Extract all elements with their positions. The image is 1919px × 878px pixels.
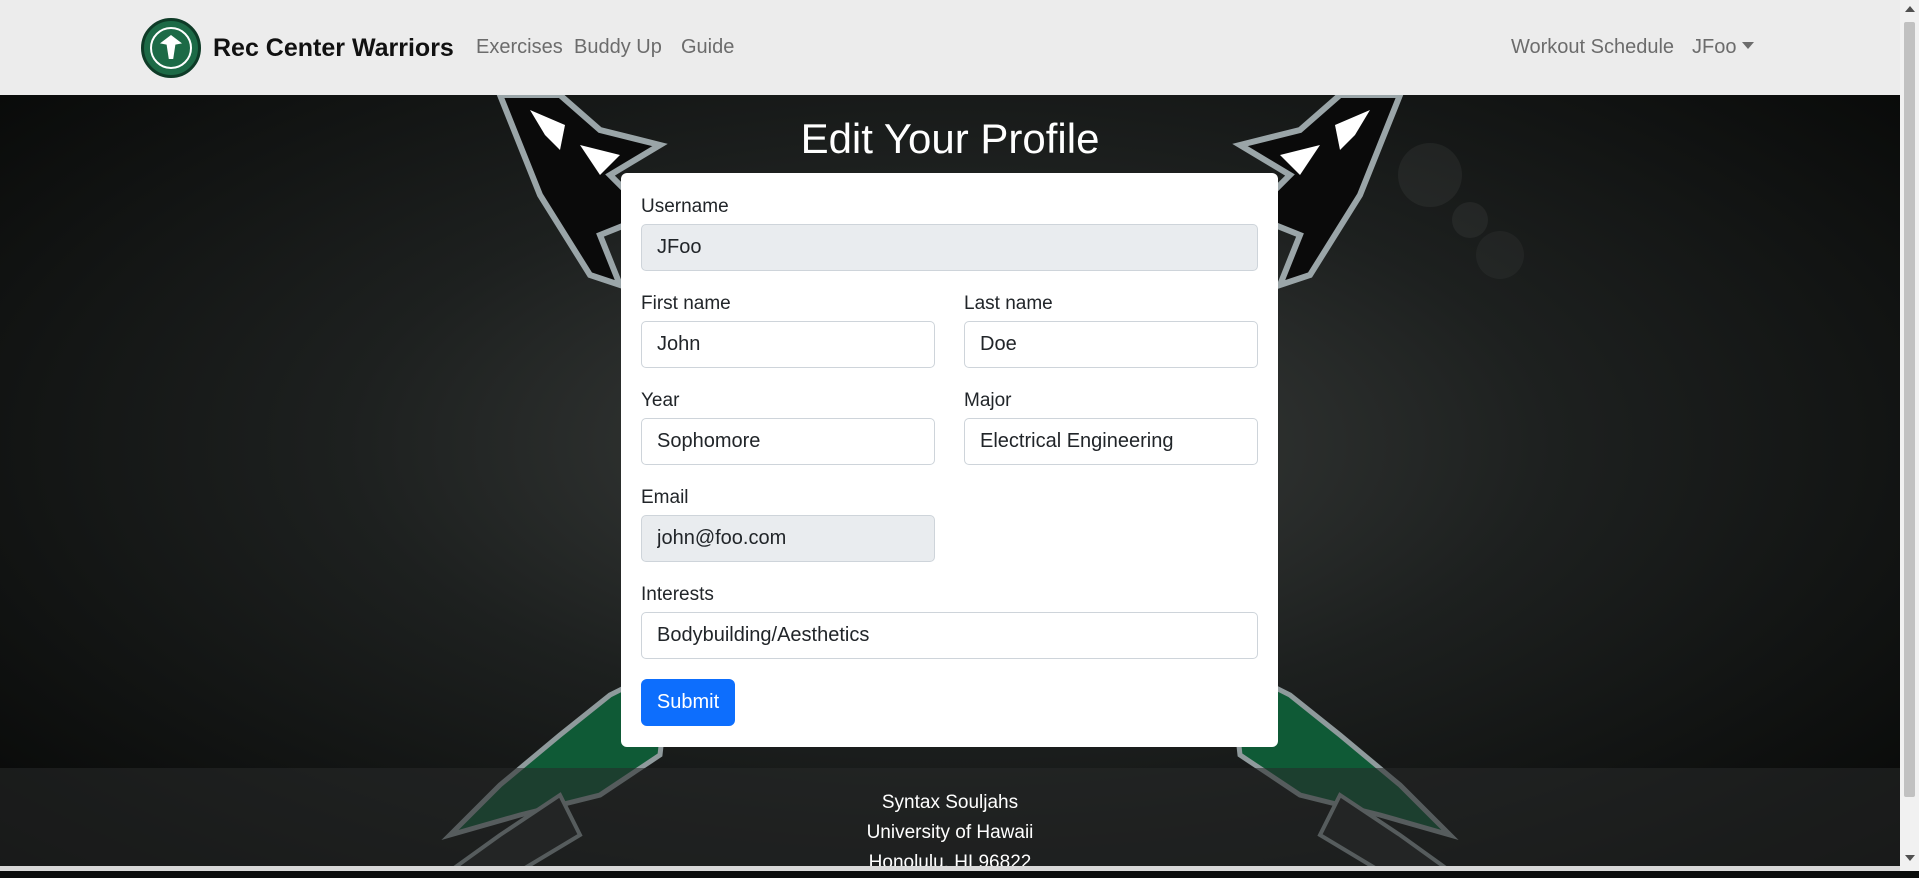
year-field[interactable] <box>641 418 935 465</box>
scroll-down-arrow-icon[interactable] <box>1905 855 1915 861</box>
username-group: Username <box>641 196 1258 271</box>
first-name-group: First name <box>641 293 935 368</box>
nav-link-buddy-up[interactable]: Buddy Up <box>574 36 662 59</box>
rec-center-logo-icon <box>141 18 201 78</box>
footer-university: University of Hawaii <box>866 822 1034 843</box>
last-name-group: Last name <box>964 293 1258 368</box>
last-name-field[interactable] <box>964 321 1258 368</box>
username-field[interactable] <box>641 224 1258 271</box>
scroll-up-arrow-icon[interactable] <box>1905 6 1915 12</box>
brand-link[interactable]: Rec Center Warriors <box>141 18 454 78</box>
interests-group: Interests <box>641 584 1258 659</box>
username-label: Username <box>641 196 729 217</box>
email-field[interactable] <box>641 515 935 562</box>
vertical-scrollbar[interactable] <box>1900 0 1919 871</box>
email-group: Email <box>641 487 935 562</box>
major-label: Major <box>964 390 1012 411</box>
page-title: Edit Your Profile <box>800 115 1100 162</box>
brand-name: Rec Center Warriors <box>213 33 454 62</box>
year-label: Year <box>641 390 680 411</box>
nav-link-exercises[interactable]: Exercises <box>476 36 563 59</box>
email-label: Email <box>641 487 689 508</box>
scrollbar-thumb[interactable] <box>1904 22 1915 797</box>
footer: Syntax Souljahs University of Hawaii Hon… <box>0 768 1900 873</box>
first-name-label: First name <box>641 293 731 314</box>
edit-profile-card: Username First name Last name Year Major… <box>621 173 1278 747</box>
chevron-down-icon <box>1742 42 1755 49</box>
major-group: Major <box>964 390 1258 465</box>
first-name-field[interactable] <box>641 321 935 368</box>
interests-field[interactable] <box>641 612 1258 659</box>
last-name-label: Last name <box>964 293 1053 314</box>
interests-label: Interests <box>641 584 714 605</box>
user-menu-label: JFoo <box>1692 36 1737 58</box>
year-group: Year <box>641 390 935 465</box>
nav-link-guide[interactable]: Guide <box>681 36 734 59</box>
nav-link-workout-schedule[interactable]: Workout Schedule <box>1511 36 1674 59</box>
major-field[interactable] <box>964 418 1258 465</box>
bottom-edge <box>0 866 1900 871</box>
user-menu-dropdown[interactable]: JFoo <box>1692 36 1755 59</box>
footer-team-name: Syntax Souljahs <box>881 792 1019 813</box>
footer-address: Honolulu, HI 96822 <box>868 852 1032 873</box>
top-navbar: Rec Center Warriors Exercises Buddy Up G… <box>0 0 1900 95</box>
submit-button[interactable]: Submit <box>641 679 735 726</box>
